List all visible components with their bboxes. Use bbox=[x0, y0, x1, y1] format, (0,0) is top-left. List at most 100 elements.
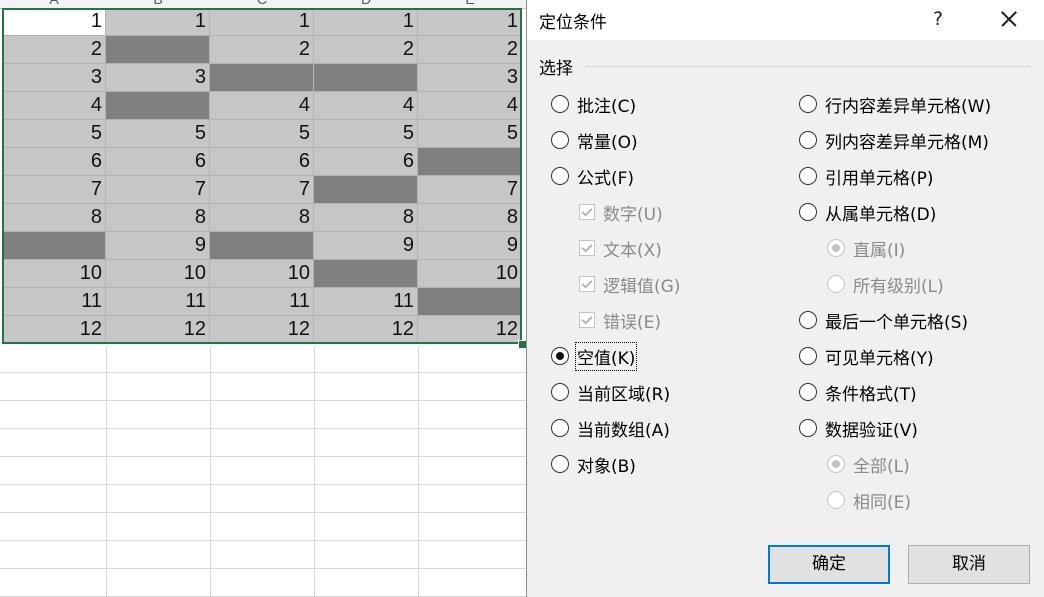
table-cell[interactable]: 2 bbox=[418, 36, 522, 64]
radio-option[interactable]: 批注(C) bbox=[551, 91, 636, 117]
table-cell[interactable]: 7 bbox=[2, 176, 106, 204]
table-cell[interactable]: 8 bbox=[2, 204, 106, 232]
table-cell[interactable]: 6 bbox=[106, 148, 210, 176]
table-cell[interactable]: 12 bbox=[210, 316, 314, 344]
radio-option[interactable]: 常量(O) bbox=[551, 127, 638, 153]
blank-cell[interactable] bbox=[2, 232, 106, 260]
table-cell[interactable]: 12 bbox=[418, 316, 522, 344]
radio-icon[interactable] bbox=[551, 95, 569, 113]
help-button[interactable]: ? bbox=[923, 4, 953, 34]
table-cell[interactable]: 12 bbox=[106, 316, 210, 344]
blank-cell[interactable] bbox=[314, 64, 418, 92]
table-cell[interactable]: 4 bbox=[418, 92, 522, 120]
radio-icon[interactable] bbox=[551, 419, 569, 437]
table-cell[interactable]: 11 bbox=[210, 288, 314, 316]
radio-option[interactable]: 公式(F) bbox=[551, 163, 634, 189]
table-cell[interactable]: 10 bbox=[2, 260, 106, 288]
radio-option[interactable]: 引用单元格(P) bbox=[799, 163, 934, 189]
table-cell[interactable]: 7 bbox=[418, 176, 522, 204]
radio-option[interactable]: 空值(K) bbox=[551, 341, 638, 371]
blank-cell[interactable] bbox=[314, 176, 418, 204]
blank-cell[interactable] bbox=[106, 92, 210, 120]
table-cell[interactable]: 6 bbox=[2, 148, 106, 176]
table-cell[interactable]: 3 bbox=[418, 64, 522, 92]
blank-cell[interactable] bbox=[314, 260, 418, 288]
table-cell[interactable]: 2 bbox=[314, 36, 418, 64]
ok-button[interactable]: 确定 bbox=[768, 545, 890, 584]
table-cell[interactable]: 5 bbox=[2, 120, 106, 148]
table-cell[interactable]: 8 bbox=[418, 204, 522, 232]
blank-cell[interactable] bbox=[210, 232, 314, 260]
table-cell[interactable]: 10 bbox=[210, 260, 314, 288]
radio-option[interactable]: 列内容差异单元格(M) bbox=[799, 127, 989, 153]
radio-icon[interactable] bbox=[799, 383, 817, 401]
column-header-d[interactable]: D bbox=[314, 0, 418, 7]
column-header-c[interactable]: C bbox=[210, 0, 314, 7]
table-cell[interactable]: 6 bbox=[314, 148, 418, 176]
table-cell[interactable]: 7 bbox=[106, 176, 210, 204]
radio-icon[interactable] bbox=[551, 383, 569, 401]
blank-cell[interactable] bbox=[106, 36, 210, 64]
radio-option[interactable]: 最后一个单元格(S) bbox=[799, 307, 968, 333]
table-cell[interactable]: 8 bbox=[314, 204, 418, 232]
table-cell[interactable]: 12 bbox=[2, 316, 106, 344]
radio-icon[interactable] bbox=[799, 203, 817, 221]
radio-option[interactable]: 当前区域(R) bbox=[551, 379, 670, 405]
radio-option[interactable]: 条件格式(T) bbox=[799, 379, 917, 405]
radio-option[interactable]: 数据验证(V) bbox=[799, 415, 918, 441]
table-cell[interactable]: 5 bbox=[314, 120, 418, 148]
table-cell[interactable]: 9 bbox=[314, 232, 418, 260]
radio-icon[interactable] bbox=[799, 311, 817, 329]
table-cell[interactable]: 5 bbox=[210, 120, 314, 148]
table-cell[interactable]: 4 bbox=[210, 92, 314, 120]
table-cell[interactable]: 5 bbox=[106, 120, 210, 148]
radio-option[interactable]: 可见单元格(Y) bbox=[799, 343, 934, 369]
radio-icon[interactable] bbox=[799, 167, 817, 185]
table-cell[interactable]: 1 bbox=[2, 8, 106, 36]
table-cell[interactable]: 1 bbox=[418, 8, 522, 36]
dialog-titlebar[interactable]: 定位条件 ? bbox=[527, 0, 1044, 40]
table-cell[interactable]: 1 bbox=[314, 8, 418, 36]
blank-cell[interactable] bbox=[418, 148, 522, 176]
column-header-e[interactable]: E bbox=[418, 0, 522, 7]
radio-option[interactable]: 当前数组(A) bbox=[551, 415, 670, 441]
radio-icon[interactable] bbox=[799, 347, 817, 365]
table-cell[interactable]: 1 bbox=[106, 8, 210, 36]
table-cell[interactable]: 12 bbox=[314, 316, 418, 344]
table-cell[interactable]: 9 bbox=[418, 232, 522, 260]
radio-option[interactable]: 从属单元格(D) bbox=[799, 199, 936, 225]
close-icon[interactable] bbox=[989, 4, 1027, 34]
table-cell[interactable]: 8 bbox=[210, 204, 314, 232]
table-cell[interactable]: 3 bbox=[106, 64, 210, 92]
cancel-button[interactable]: 取消 bbox=[908, 545, 1030, 584]
blank-cell[interactable] bbox=[418, 288, 522, 316]
table-cell[interactable]: 4 bbox=[2, 92, 106, 120]
table-cell[interactable]: 11 bbox=[106, 288, 210, 316]
radio-icon[interactable] bbox=[551, 167, 569, 185]
radio-icon[interactable] bbox=[551, 131, 569, 149]
table-cell[interactable]: 1 bbox=[210, 8, 314, 36]
table-cell[interactable]: 7 bbox=[210, 176, 314, 204]
table-cell[interactable]: 8 bbox=[106, 204, 210, 232]
table-cell[interactable]: 5 bbox=[418, 120, 522, 148]
column-header-a[interactable]: A bbox=[2, 0, 106, 7]
table-cell[interactable]: 10 bbox=[418, 260, 522, 288]
radio-icon[interactable] bbox=[799, 95, 817, 113]
radio-option[interactable]: 对象(B) bbox=[551, 451, 636, 477]
table-cell[interactable]: 4 bbox=[314, 92, 418, 120]
table-cell[interactable]: 2 bbox=[2, 36, 106, 64]
table-cell[interactable]: 2 bbox=[210, 36, 314, 64]
fill-handle[interactable] bbox=[518, 340, 526, 349]
radio-icon[interactable] bbox=[551, 455, 569, 473]
radio-icon[interactable] bbox=[799, 131, 817, 149]
blank-cell[interactable] bbox=[210, 64, 314, 92]
table-cell[interactable]: 9 bbox=[106, 232, 210, 260]
radio-icon[interactable] bbox=[799, 419, 817, 437]
table-cell[interactable]: 10 bbox=[106, 260, 210, 288]
table-cell[interactable]: 6 bbox=[210, 148, 314, 176]
radio-option[interactable]: 行内容差异单元格(W) bbox=[799, 91, 991, 117]
column-header-b[interactable]: B bbox=[106, 0, 210, 7]
table-cell[interactable]: 11 bbox=[2, 288, 106, 316]
table-cell[interactable]: 11 bbox=[314, 288, 418, 316]
radio-icon[interactable] bbox=[551, 347, 569, 365]
